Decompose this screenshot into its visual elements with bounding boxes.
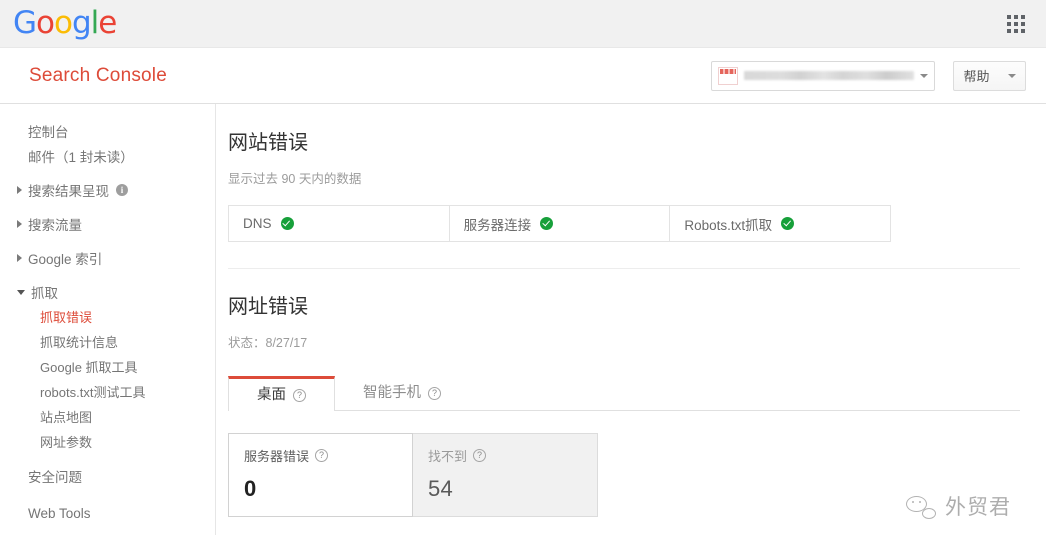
sidebar-item-label: robots.txt测试工具 xyxy=(40,385,146,400)
status-cell-label: DNS xyxy=(243,216,272,231)
metric-card-value: 54 xyxy=(428,476,454,501)
metric-card-label: 找不到 xyxy=(428,449,468,464)
metric-card-label: 服务器错误 xyxy=(244,449,310,464)
sidebar-item-google-index[interactable]: Google 索引 xyxy=(0,245,215,270)
sidebar-item-label: 抓取统计信息 xyxy=(40,335,119,350)
sidebar-item-fetch-as-google[interactable]: Google 抓取工具 xyxy=(0,354,215,379)
sidebar-item-label: 抓取 xyxy=(31,285,58,301)
sidebar: 控制台 邮件（1 封未读） 搜索结果呈现 i 搜索流量 Google 索引 抓取… xyxy=(0,104,216,535)
check-circle-icon xyxy=(781,217,795,230)
chevron-right-icon xyxy=(17,219,22,228)
status-cell-label: 服务器连接 xyxy=(463,217,532,233)
sidebar-item-crawl-errors[interactable]: 抓取错误 xyxy=(0,304,215,329)
metric-card-value: 0 xyxy=(244,476,257,501)
sidebar-item-label: 网址参数 xyxy=(40,435,93,450)
help-button[interactable]: 帮助 xyxy=(953,60,1026,91)
status-cell-server-connectivity[interactable]: 服务器连接 xyxy=(450,206,671,241)
metric-card-label-row: 服务器错误 ? xyxy=(244,446,412,465)
sidebar-item-dashboard[interactable]: 控制台 xyxy=(0,118,215,143)
sidebar-item-label: 搜索流量 xyxy=(28,217,82,233)
site-favicon-icon xyxy=(718,66,738,85)
metric-card-server-error[interactable]: 服务器错误 ? 0 xyxy=(228,433,413,517)
tab-label: 桌面 xyxy=(257,387,286,403)
page-shell: 控制台 邮件（1 封未读） 搜索结果呈现 i 搜索流量 Google 索引 抓取… xyxy=(0,104,1046,535)
url-errors-title: 网址错误 xyxy=(228,296,308,318)
google-logo: Google xyxy=(13,5,117,41)
site-errors-title: 网站错误 xyxy=(228,132,308,154)
tab-desktop[interactable]: 桌面 ? xyxy=(228,376,335,411)
question-circle-icon[interactable]: ? xyxy=(293,388,306,402)
sidebar-item-security-issues[interactable]: 安全问题 xyxy=(0,463,215,488)
url-errors-status: 状态：8/27/17 xyxy=(228,336,308,350)
logo-letter-g: g xyxy=(71,5,92,41)
chevron-down-icon xyxy=(920,73,928,78)
logo-letter-o1: o xyxy=(36,5,55,41)
logo-letter-o2: o xyxy=(54,5,73,41)
tab-smartphone[interactable]: 智能手机 ? xyxy=(335,376,469,410)
sidebar-item-label: 控制台 xyxy=(28,124,69,140)
sidebar-item-robots-tester[interactable]: robots.txt测试工具 xyxy=(0,379,215,404)
sidebar-item-crawl[interactable]: 抓取 xyxy=(0,279,215,304)
url-errors-section: 网址错误 状态：8/27/17 桌面 ? 智能手机 ? 服务器错误 ? 0 找不… xyxy=(228,269,1020,517)
sidebar-item-search-appearance[interactable]: 搜索结果呈现 i xyxy=(0,177,215,202)
sidebar-item-label: 安全问题 xyxy=(28,469,82,485)
chevron-right-icon xyxy=(17,185,22,194)
url-errors-tabs: 桌面 ? 智能手机 ? xyxy=(228,376,1020,411)
site-errors-table: DNS 服务器连接 Robots.txt抓取 xyxy=(228,205,891,242)
chevron-down-icon xyxy=(1007,73,1016,78)
sidebar-item-label: 邮件（1 封未读） xyxy=(28,149,134,165)
google-top-bar: Google xyxy=(0,0,1046,48)
site-errors-section: 网站错误 显示过去 90 天内的数据 DNS 服务器连接 Robots.txt抓… xyxy=(228,126,1020,242)
site-errors-subtitle: 显示过去 90 天内的数据 xyxy=(228,172,362,186)
sidebar-item-url-parameters[interactable]: 网址参数 xyxy=(0,429,215,454)
chevron-right-icon xyxy=(17,253,22,262)
logo-letter-e: e xyxy=(98,5,117,41)
site-selector[interactable] xyxy=(711,60,935,91)
app-header: Search Console 帮助 xyxy=(0,48,1046,104)
sidebar-item-label: Google 抓取工具 xyxy=(40,360,138,375)
sidebar-item-label: Web Tools xyxy=(28,506,91,521)
sidebar-item-messages[interactable]: 邮件（1 封未读） xyxy=(0,143,215,168)
sidebar-item-web-tools[interactable]: Web Tools xyxy=(0,501,215,526)
sidebar-item-sitemaps[interactable]: 站点地图 xyxy=(0,404,215,429)
info-icon[interactable]: i xyxy=(116,183,128,196)
help-button-label: 帮助 xyxy=(963,69,990,84)
sidebar-item-label: Google 索引 xyxy=(28,251,103,267)
status-cell-dns[interactable]: DNS xyxy=(229,206,450,241)
sidebar-item-label: 搜索结果呈现 xyxy=(28,183,109,199)
site-url-redacted xyxy=(744,71,914,80)
chevron-down-icon xyxy=(17,290,25,295)
sidebar-item-label: 抓取错误 xyxy=(40,310,93,325)
status-cell-label: Robots.txt抓取 xyxy=(684,217,773,233)
question-circle-icon[interactable]: ? xyxy=(428,386,441,400)
question-circle-icon[interactable]: ? xyxy=(473,449,487,462)
tab-label: 智能手机 xyxy=(363,385,421,401)
check-circle-icon xyxy=(540,217,554,230)
page-title: Search Console xyxy=(29,64,167,86)
app-header-actions: 帮助 xyxy=(711,60,1026,91)
sidebar-item-search-traffic[interactable]: 搜索流量 xyxy=(0,211,215,236)
main-content: 网站错误 显示过去 90 天内的数据 DNS 服务器连接 Robots.txt抓… xyxy=(216,104,1046,535)
metric-card-not-found[interactable]: 找不到 ? 54 xyxy=(413,433,598,517)
sidebar-item-crawl-stats[interactable]: 抓取统计信息 xyxy=(0,329,215,354)
error-metric-cards: 服务器错误 ? 0 找不到 ? 54 xyxy=(228,433,1020,517)
metric-card-label-row: 找不到 ? xyxy=(428,446,597,465)
status-cell-robots-fetch[interactable]: Robots.txt抓取 xyxy=(670,206,890,241)
check-circle-icon xyxy=(280,217,294,230)
question-circle-icon[interactable]: ? xyxy=(315,449,329,462)
logo-letter-G: G xyxy=(13,5,37,41)
apps-grid-icon[interactable] xyxy=(1004,12,1028,36)
sidebar-item-label: 站点地图 xyxy=(40,410,93,425)
